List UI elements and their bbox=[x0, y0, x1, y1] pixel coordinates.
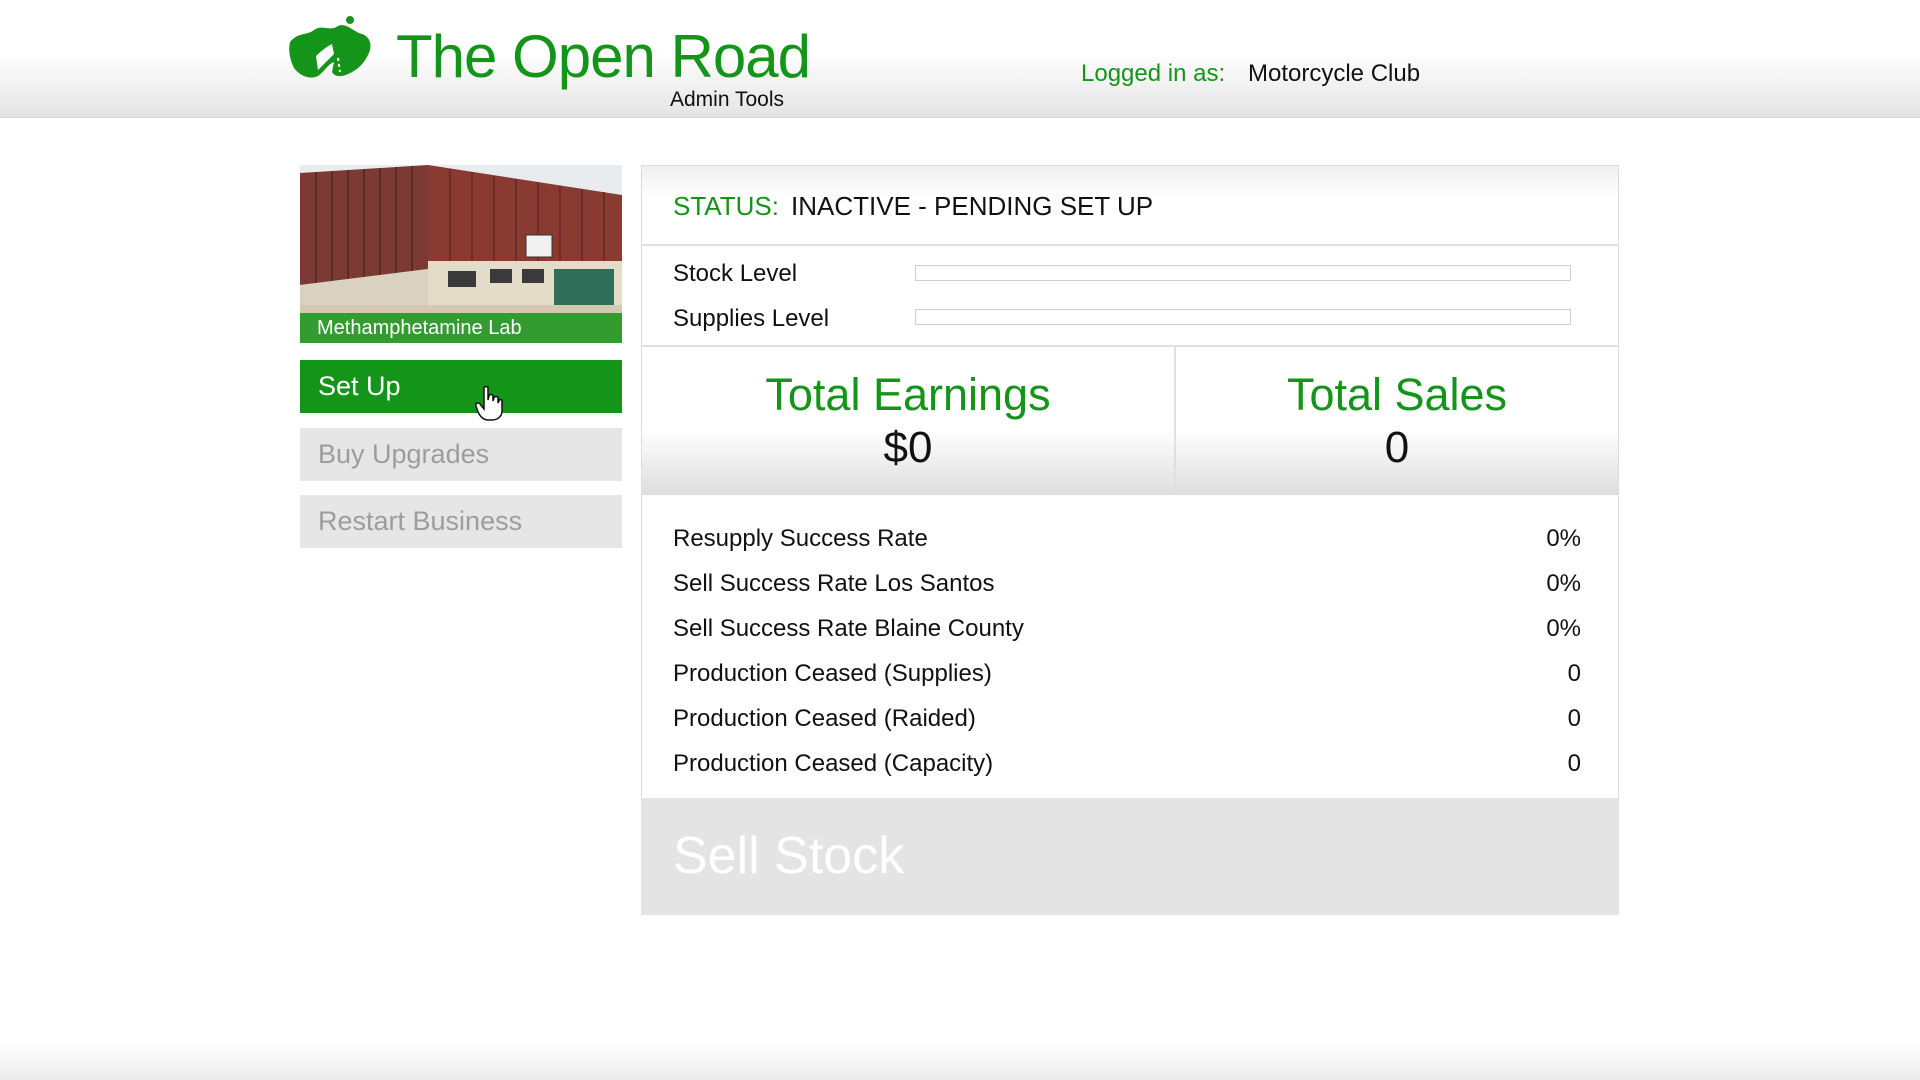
business-thumbnail: Methamphetamine Lab bbox=[300, 165, 622, 343]
restart-business-button[interactable]: Restart Business bbox=[300, 495, 622, 548]
setup-button[interactable]: Set Up bbox=[300, 360, 622, 413]
business-panel: STATUS: INACTIVE - PENDING SET UP Stock … bbox=[641, 165, 1619, 915]
business-name: Methamphetamine Lab bbox=[300, 313, 622, 343]
total-sales-value: 0 bbox=[1384, 423, 1410, 472]
road-logo-icon bbox=[289, 16, 371, 78]
stat-row: Production Ceased (Capacity) 0 bbox=[673, 750, 1581, 782]
logged-in-label: Logged in as: bbox=[1081, 60, 1226, 87]
stat-row: Sell Success Rate Los Santos 0% bbox=[673, 570, 1581, 602]
buy-upgrades-button[interactable]: Buy Upgrades bbox=[300, 428, 622, 481]
stat-label: Resupply Success Rate bbox=[673, 525, 928, 552]
stat-label: Production Ceased (Raided) bbox=[673, 705, 976, 732]
stock-level-label: Stock Level bbox=[673, 260, 798, 287]
status-value: INACTIVE - PENDING SET UP bbox=[791, 191, 1154, 221]
status-row: STATUS: INACTIVE - PENDING SET UP bbox=[642, 166, 1618, 246]
totals-section: Total Earnings $0 Total Sales 0 bbox=[642, 345, 1618, 495]
supplies-level-bar bbox=[915, 309, 1571, 325]
stat-label: Production Ceased (Supplies) bbox=[673, 660, 992, 687]
hand-cursor-icon bbox=[475, 385, 503, 421]
stat-label: Sell Success Rate Blaine County bbox=[673, 615, 1024, 642]
stat-row: Production Ceased (Raided) 0 bbox=[673, 705, 1581, 737]
stat-value: 0 bbox=[1567, 660, 1581, 687]
stat-value: 0% bbox=[1546, 570, 1581, 597]
total-earnings-box: Total Earnings $0 bbox=[642, 347, 1174, 495]
stat-value: 0% bbox=[1546, 525, 1581, 552]
brand-subtitle: Admin Tools bbox=[670, 88, 785, 111]
stock-level-bar bbox=[915, 265, 1571, 281]
logged-in-user: Motorcycle Club bbox=[1248, 60, 1421, 87]
site-header: The Open Road Admin Tools Logged in as: … bbox=[0, 0, 1920, 118]
footer-bar bbox=[0, 1040, 1920, 1080]
stat-value: 0 bbox=[1567, 750, 1581, 777]
total-earnings-title: Total Earnings bbox=[765, 369, 1051, 420]
brand-title: The Open Road bbox=[396, 23, 811, 90]
stat-row: Resupply Success Rate 0% bbox=[673, 525, 1581, 557]
stat-row: Sell Success Rate Blaine County 0% bbox=[673, 615, 1581, 647]
stat-value: 0% bbox=[1546, 615, 1581, 642]
stat-row: Production Ceased (Supplies) 0 bbox=[673, 660, 1581, 692]
stat-label: Sell Success Rate Los Santos bbox=[673, 570, 995, 597]
supplies-level-label: Supplies Level bbox=[673, 305, 830, 332]
total-earnings-value: $0 bbox=[883, 423, 933, 472]
sell-stock-button[interactable]: Sell Stock bbox=[641, 798, 1619, 915]
stat-value: 0 bbox=[1567, 705, 1581, 732]
stat-label: Production Ceased (Capacity) bbox=[673, 750, 994, 777]
total-sales-title: Total Sales bbox=[1286, 369, 1508, 420]
status-label: STATUS: bbox=[673, 191, 779, 221]
total-sales-box: Total Sales 0 bbox=[1176, 347, 1618, 495]
